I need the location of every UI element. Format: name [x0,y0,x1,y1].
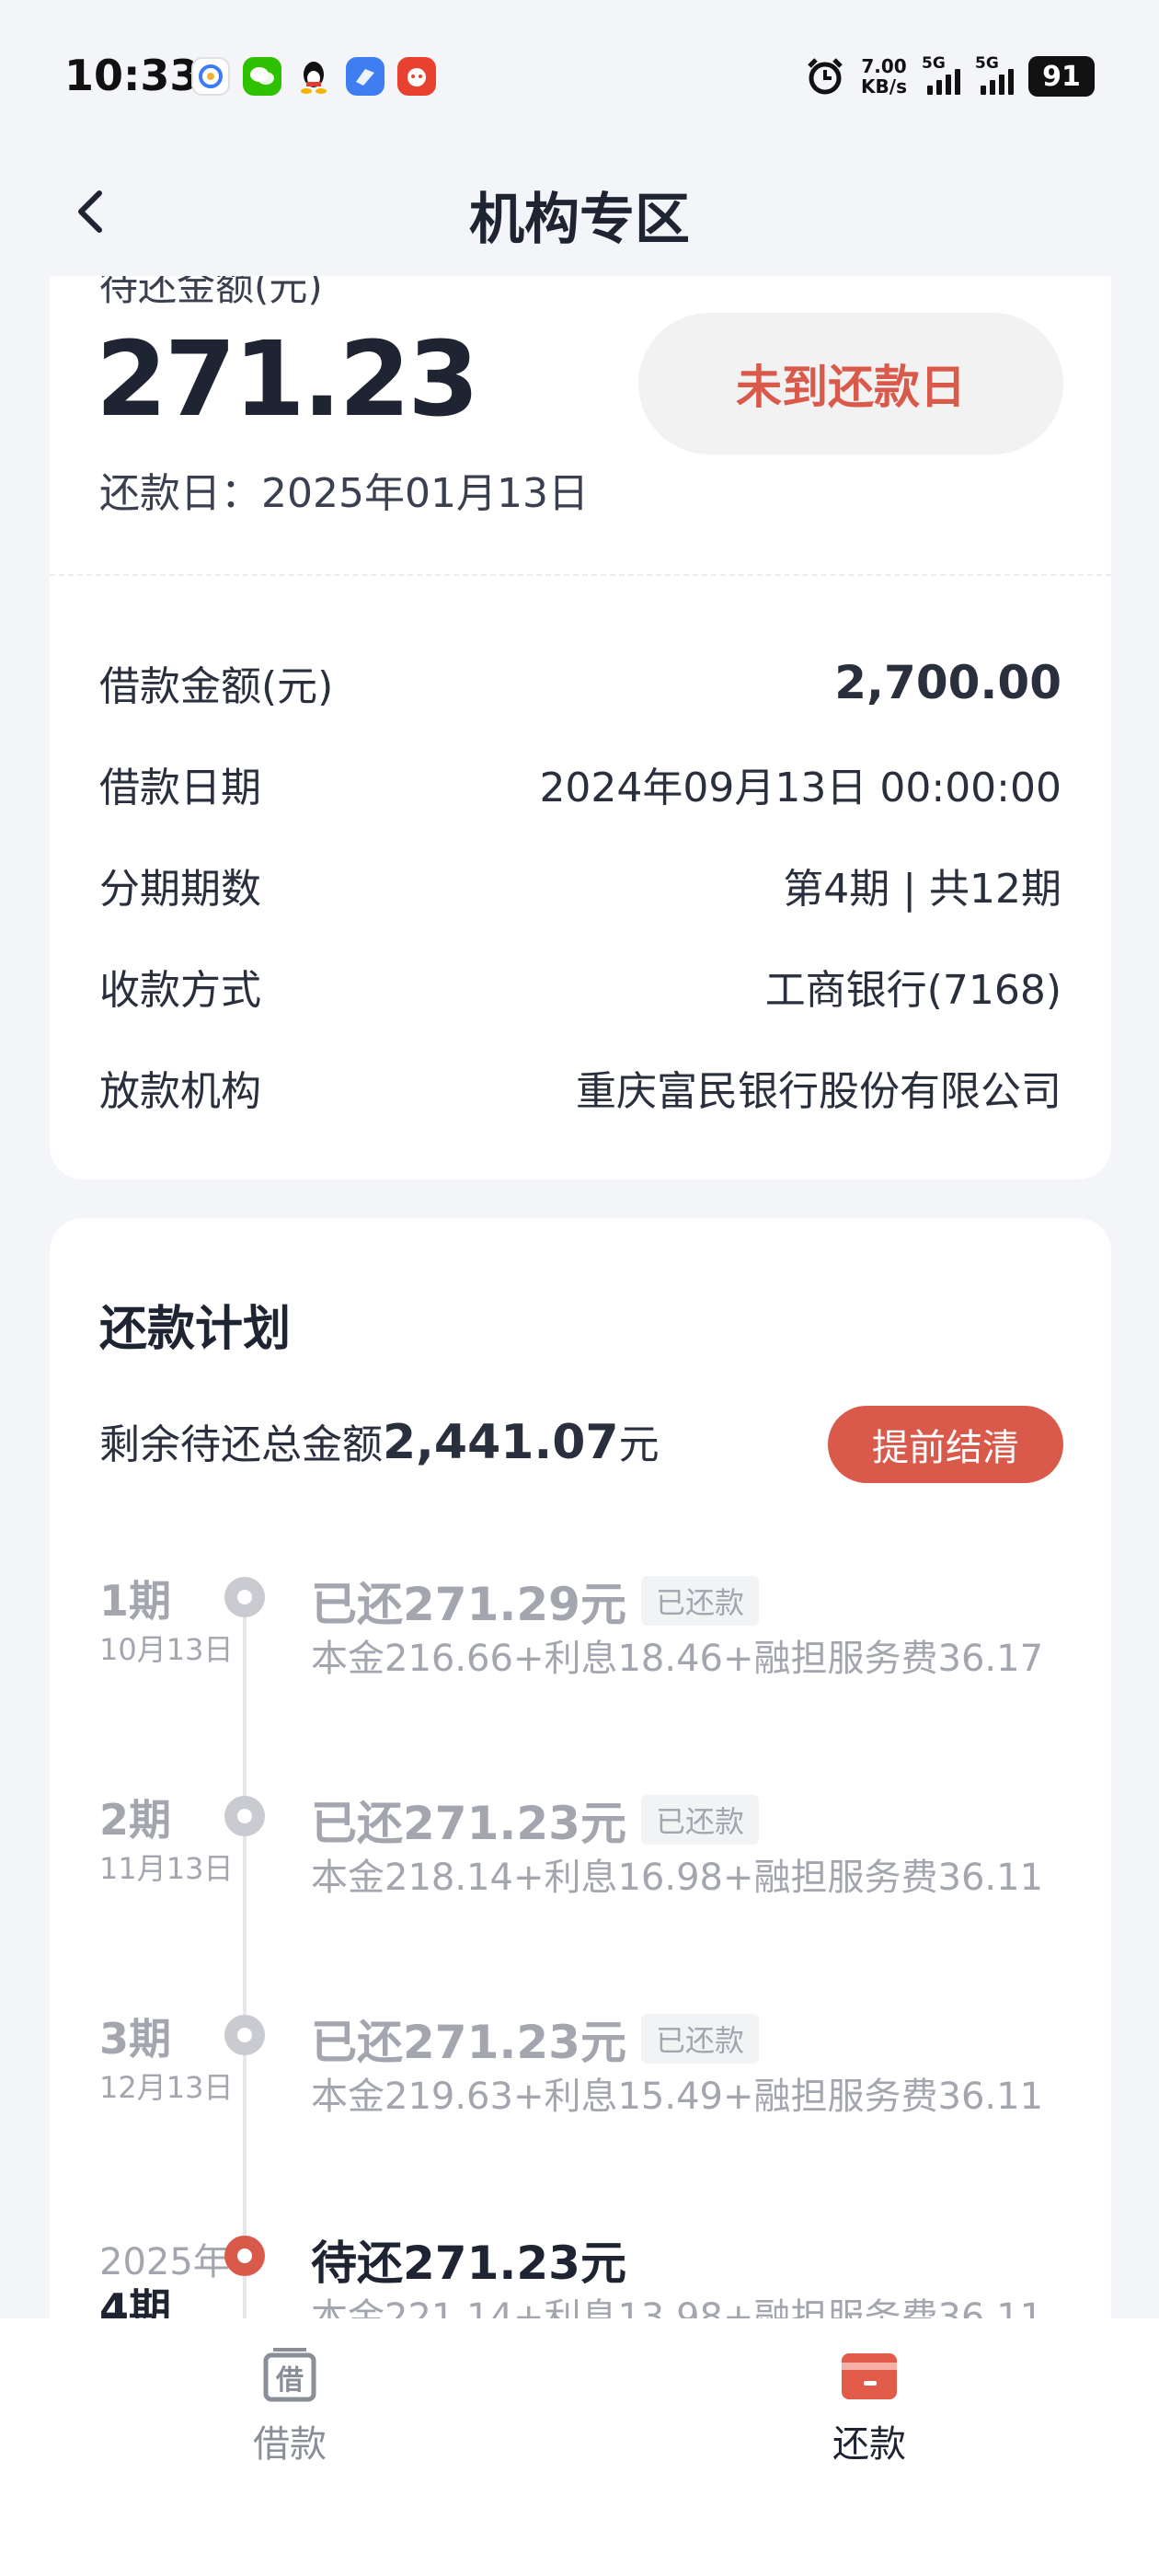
tab-repay-label: 还款 [832,2423,906,2466]
detail-value: 第4期 | 共12期 [783,866,1061,913]
period-item[interactable]: 1期 10月13日 已还271.29元 已还款 本金216.66+利息18.46… [50,1568,1111,1724]
remaining-label: 剩余待还总金额 [99,1421,383,1468]
detail-row-receiving-account: 收款方式 工商银行(7168) [99,949,1061,1023]
repay-card-icon [840,2346,899,2405]
period-number: 1期 [99,1576,172,1626]
detail-row-lender: 放款机构 重庆富民银行股份有限公司 [99,1051,1061,1124]
period-item[interactable]: 2期 11月13日 已还271.23元 已还款 本金218.14+利息16.98… [50,1787,1111,1943]
period-breakdown: 本金219.63+利息15.49+融担服务费36.11 [311,2076,1044,2118]
signal-icon-1: 5G [922,54,960,95]
remaining-unit: 元 [618,1421,660,1468]
signal-icon-2: 5G [975,54,1014,95]
period-main: 已还271.23元 已还款 [311,2006,759,2072]
network-speed: 7.00 KB/s [861,56,907,97]
timeline-dot-active-icon [224,2236,265,2276]
period-breakdown: 本金218.14+利息16.98+融担服务费36.11 [311,1857,1044,1899]
period-main: 待还271.23元 [311,2226,626,2293]
period-amount: 已还271.29元 [311,1578,626,1631]
wechat-icon [243,57,281,96]
period-item[interactable]: 3期 12月13日 已还271.23元 已还款 本金219.63+利息15.49… [50,2006,1111,2162]
period-date: 10月13日 [99,1632,234,1667]
qq-icon [294,57,333,96]
prepay-button[interactable]: 提前结清 [828,1406,1063,1483]
due-date: 还款日：2025年01月13日 [99,470,589,517]
detail-value: 2024年09月13日 00:00:00 [539,765,1061,811]
plan-title: 还款计划 [99,1302,292,1357]
divider [50,574,1111,576]
not-due-button[interactable]: 未到还款日 [638,313,1063,454]
paid-badge: 已还款 [640,2014,759,2064]
shopping-app-icon [397,57,436,96]
paid-badge: 已还款 [640,1795,759,1845]
period-number: 3期 [99,2014,172,2064]
detail-row-loan-date: 借款日期 2024年09月13日 00:00:00 [99,747,1061,821]
notification-icons [191,57,436,96]
speed-value: 7.00 [861,55,907,77]
speed-unit: KB/s [861,75,907,98]
paid-badge: 已还款 [640,1576,759,1626]
detail-key: 分期期数 [99,866,261,913]
battery-icon: 91 [1028,56,1095,97]
due-amount-label: 待还金额(元) [99,276,323,309]
loan-icon: 借 [260,2346,319,2405]
remaining-amount: 2,441.07 [383,1415,619,1470]
detail-key: 借款日期 [99,765,261,811]
period-amount: 已还271.23元 [311,1797,626,1850]
page-title: 机构专区 [469,188,690,252]
remaining-total: 剩余待还总金额2,441.07元 [99,1411,660,1470]
alarm-icon [808,58,843,95]
due-amount: 271.23 [96,320,479,440]
tab-loan[interactable]: 借 借款 [198,2346,382,2467]
timeline-dot-icon [224,1796,265,1836]
timeline-dot-icon [224,1577,265,1617]
period-date: 11月13日 [99,1851,234,1886]
tab-repay[interactable]: 还款 [777,2346,961,2467]
bottom-tab-bar: 借 借款 还款 [0,2318,1159,2576]
network-type-1: 5G [922,54,946,73]
repayment-plan-card: 还款计划 剩余待还总金额2,441.07元 提前结清 1期 10月13日 已还2… [50,1218,1111,2414]
period-main: 已还271.23元 已还款 [311,1787,759,1853]
loan-icon-glyph: 借 [275,2364,304,2397]
period-breakdown: 本金216.66+利息18.46+融担服务费36.17 [311,1638,1044,1680]
detail-value: 重庆富民银行股份有限公司 [576,1068,1061,1115]
loan-summary-card: 待还金额(元) 271.23 还款日：2025年01月13日 未到还款日 借款金… [50,276,1111,1179]
map-app-icon [191,57,230,96]
status-bar: 10:33 7.00 KB/s 5G 5G 91 [0,0,1159,147]
period-main: 已还271.29元 已还款 [311,1568,759,1634]
detail-value: 工商银行(7168) [764,967,1061,1014]
network-type-2: 5G [975,54,999,73]
nav-bar: 机构专区 [0,147,1159,276]
browser-app-icon [346,57,384,96]
detail-key: 放款机构 [99,1068,261,1115]
detail-key: 借款金额(元) [99,663,334,710]
period-amount: 已还271.23元 [311,2016,626,2069]
detail-row-installments: 分期期数 第4期 | 共12期 [99,848,1061,922]
status-time: 10:33 [64,51,200,100]
period-date: 12月13日 [99,2070,234,2105]
period-number: 2期 [99,1795,172,1845]
period-amount: 待还271.23元 [311,2237,626,2290]
tab-loan-label: 借款 [253,2423,327,2466]
detail-key: 收款方式 [99,967,261,1014]
detail-value: 2,700.00 [834,656,1061,709]
timeline-dot-icon [224,2015,265,2055]
status-right-area: 7.00 KB/s 5G 5G 91 [804,54,1095,98]
detail-row-loan-amount: 借款金额(元) 2,700.00 [99,646,1061,719]
